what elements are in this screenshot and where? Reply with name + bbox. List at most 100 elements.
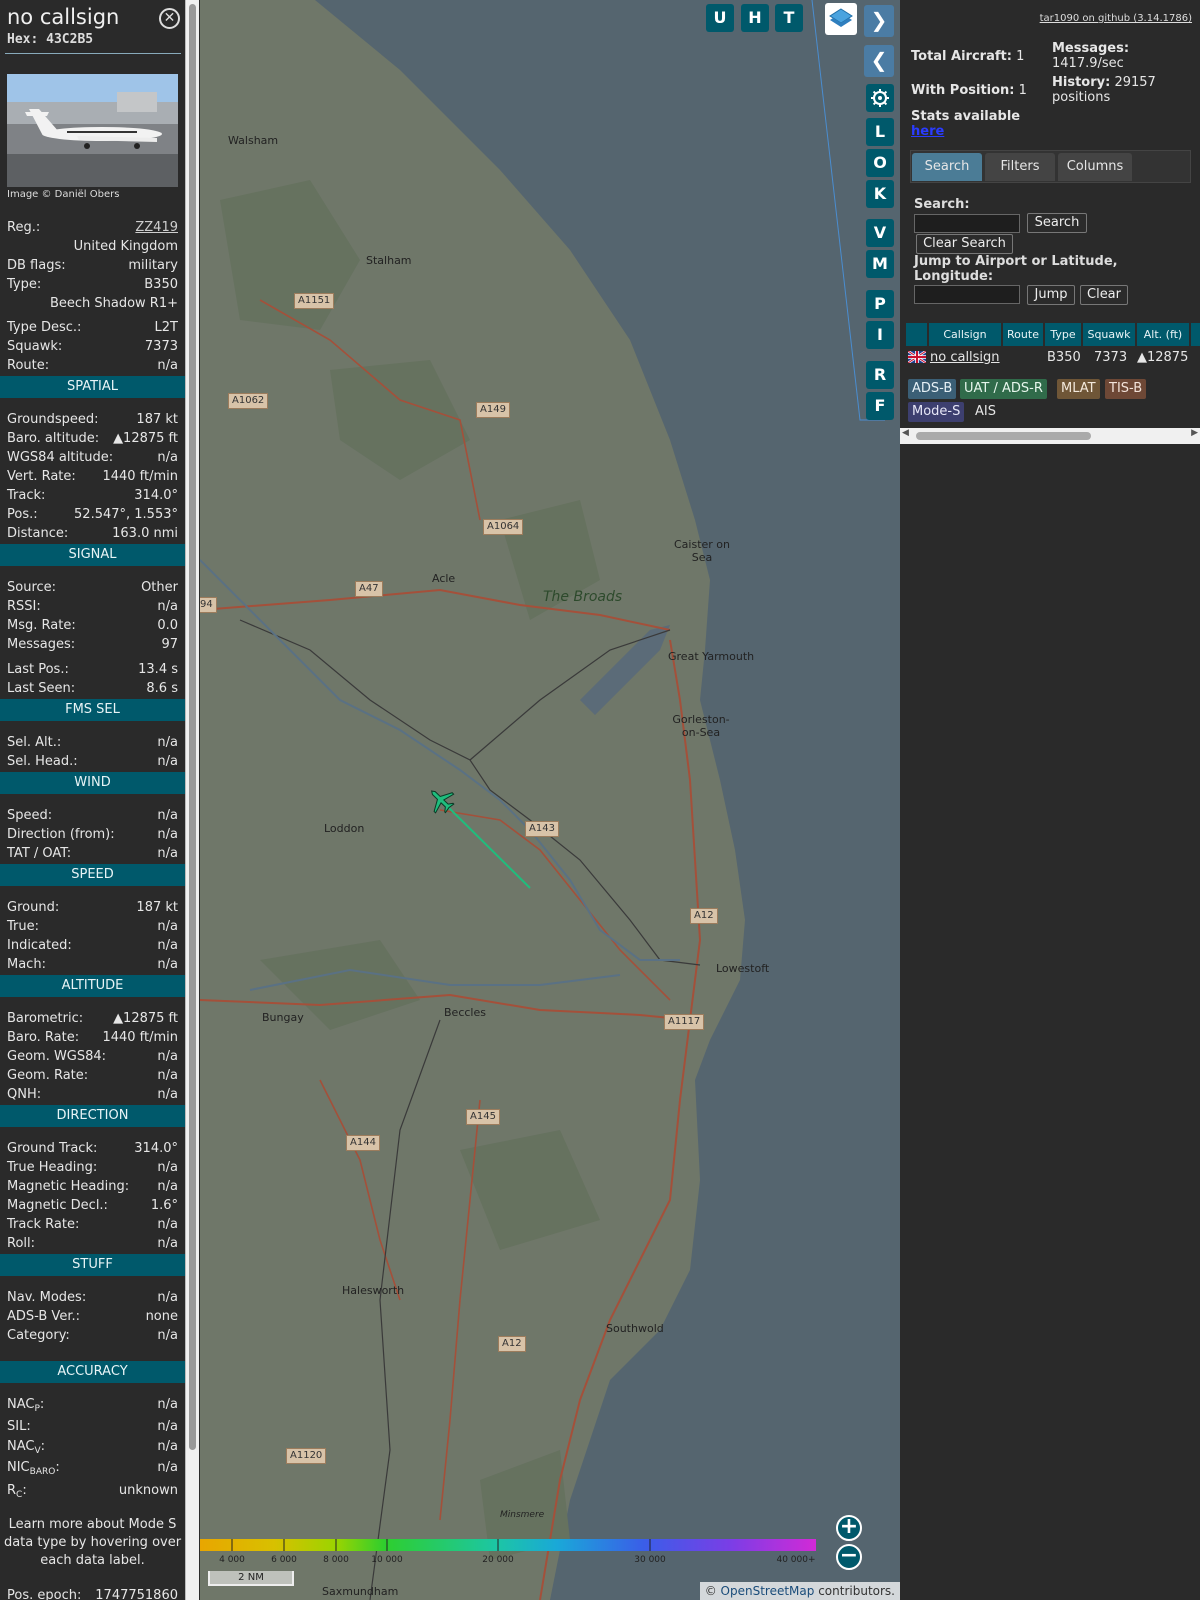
road-label: 94 [200,597,217,613]
with-position-label: With Position: [911,83,1015,98]
town-label: Halesworth [342,1284,405,1297]
altitude-value: ▲12875 ft [113,1011,178,1026]
toggle-r-button[interactable]: R [866,361,894,389]
direction-value: n/a [157,1179,178,1194]
scroll-right-icon[interactable]: ▶ [1191,428,1198,438]
jump-input[interactable] [914,285,1020,304]
section-header-accuracy: ACCURACY [0,1361,185,1383]
altitude-tick-label: 4 000 [219,1555,245,1565]
table-header-squawk[interactable]: Squawk [1083,323,1135,346]
pos-epoch-value: 1747751860 [95,1588,178,1600]
jump-button[interactable]: Jump [1027,285,1075,305]
toggle-p-button[interactable]: P [866,290,894,318]
zoom-out-button[interactable]: − [836,1544,862,1570]
search-input[interactable] [914,214,1020,233]
road-label: A1120 [286,1448,327,1464]
selected-callsign: no callsign [7,5,120,29]
source-chip-ais: AIS [975,404,996,419]
direction-label: True Heading: [7,1160,98,1175]
table-header-flag[interactable] [906,323,927,346]
map-scale: 2 NM [208,1571,294,1586]
search-button[interactable]: Search [1027,213,1087,233]
history-unit: positions [1052,90,1111,105]
openstreetmap-link[interactable]: OpenStreetMap [721,1584,815,1598]
table-horizontal-scrollbar[interactable]: ◀ ▶ [900,428,1200,444]
toggle-o-button[interactable]: O [866,149,894,177]
layers-button[interactable] [825,3,857,35]
wind-label: TAT / OAT: [7,846,72,861]
toggle-h-button[interactable]: H [741,4,769,32]
wind-value: n/a [157,808,178,823]
altitude-label: Geom. WGS84: [7,1049,107,1064]
tab-search[interactable]: Search [912,153,982,181]
stats-link[interactable]: here [911,124,944,139]
signal-label: Last Seen: [7,681,76,696]
table-header-callsign[interactable]: Callsign [929,323,1001,346]
scroll-left-icon[interactable]: ◀ [902,428,909,438]
label-main: R [7,1483,17,1498]
detail-value: 7373 [144,339,178,354]
aircraft-photo[interactable] [7,74,178,187]
registration-link[interactable]: ZZ419 [135,220,178,235]
accuracy-row: NACP: n/a [7,1397,178,1415]
section-header-altitude: ALTITUDE [0,975,185,997]
table-header-route[interactable]: Route [1003,323,1043,346]
toggle-f-button[interactable]: F [866,392,894,420]
toggle-u-button[interactable]: U [706,4,734,32]
toggle-t-button[interactable]: T [775,4,803,32]
source-chip-mlat: MLAT [1057,379,1100,399]
detail-label: Route: [7,358,50,373]
table-header-more[interactable] [1191,323,1200,346]
layers-icon [829,8,853,27]
map-view[interactable]: Walsham Stalham Acle Caister on Sea Grea… [200,0,900,1600]
signal-row: Msg. Rate: 0.0 [7,618,178,636]
speed-label: Indicated: [7,938,72,953]
signal-value: Other [141,580,178,595]
tab-columns[interactable]: Columns [1058,153,1132,181]
learn-more-note: Learn more about Mode S data type by hov… [3,1517,182,1568]
table-header-type[interactable]: Type [1045,323,1081,346]
row-altitude: ▲12875 [1137,350,1189,365]
tab-filters[interactable]: Filters [985,153,1055,181]
spatial-row: Distance: 163.0 nmi [7,526,178,544]
direction-row: Roll: n/a [7,1236,178,1254]
town-label: Gorleston-on-Sea [672,713,730,739]
label-main: SIL [7,1419,27,1434]
toggle-l-button[interactable]: L [866,118,894,146]
speed-label: Ground: [7,900,60,915]
table-header-altitude[interactable]: Alt. (ft) [1137,323,1189,346]
clear-button[interactable]: Clear [1080,285,1128,305]
close-icon[interactable]: ✕ [159,8,180,29]
direction-label: Track Rate: [7,1217,80,1232]
image-credit: Image © Daniël Obers [7,189,120,200]
toggle-i-button[interactable]: I [866,321,894,349]
scrollbar-thumb[interactable] [189,4,196,1450]
stats-text: Stats available [911,109,1021,124]
detail-row: DB flags: military [7,258,178,276]
altitude-tick-label: 8 000 [323,1555,349,1565]
source-chip-adsb: ADS-B [908,379,957,399]
detail-row: Beech Shadow R1+ [7,296,178,314]
altitude-tick-label: 30 000 [634,1555,666,1565]
row-squawk: 7373 [1094,350,1128,365]
with-position: With Position: 1 [911,83,1027,98]
toggle-v-button[interactable]: V [866,219,894,247]
messages-label: Messages: [1052,41,1130,56]
toggle-k-button[interactable]: K [866,180,894,208]
scrollbar-thumb[interactable] [916,432,1091,440]
wind-row: Speed: n/a [7,808,178,826]
detail-value: B350 [144,277,178,292]
toggle-m-button[interactable]: M [866,250,894,278]
next-button[interactable]: ❯ [864,5,894,37]
clear-search-button[interactable]: Clear Search [916,234,1013,254]
zoom-in-button[interactable]: + [836,1515,862,1541]
road-label: A144 [346,1135,380,1151]
settings-button[interactable] [866,84,894,112]
direction-value: 1.6° [150,1198,178,1213]
previous-button[interactable]: ❮ [864,45,894,77]
info-panel-scrollbar[interactable] [185,0,199,1600]
accuracy-row: NACV: n/a [7,1439,178,1457]
github-link[interactable]: tar1090 on github (3.14.1786) [1040,13,1192,24]
history-value: 29157 [1114,75,1156,90]
row-callsign[interactable]: no callsign [930,350,1000,365]
